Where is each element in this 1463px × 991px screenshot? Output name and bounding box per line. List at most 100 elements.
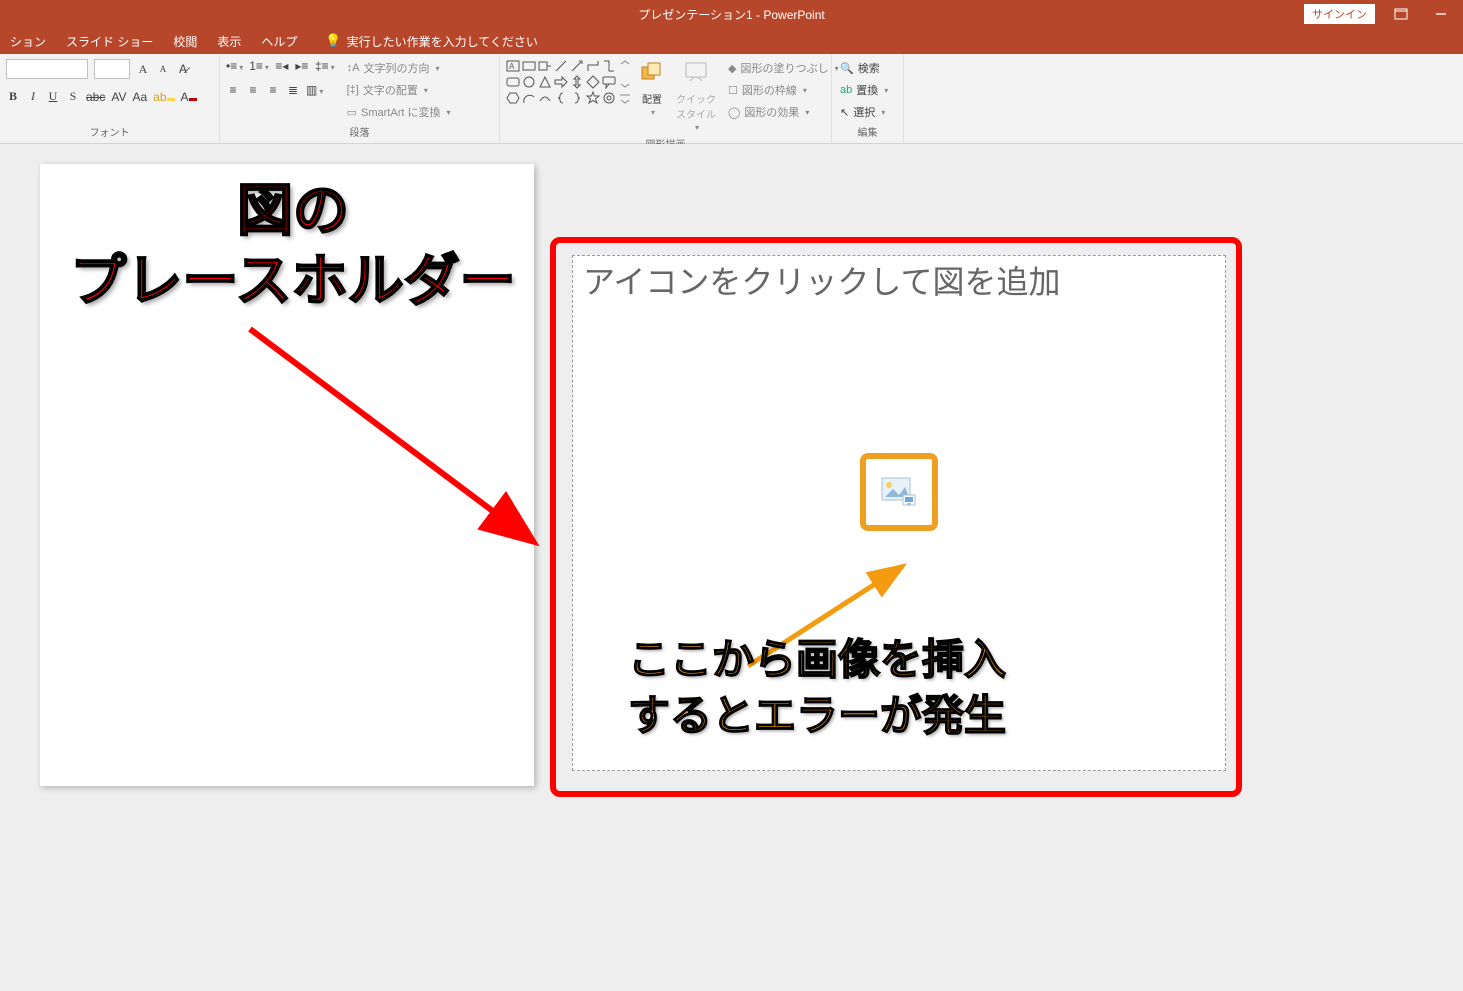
shape-arrow-r-icon[interactable] <box>554 75 568 89</box>
signin-button[interactable]: サインイン <box>1304 4 1375 24</box>
shrink-font-icon[interactable]: A <box>156 64 170 74</box>
shape-star-icon[interactable] <box>586 91 600 105</box>
replace-icon: ab <box>840 84 852 96</box>
shape-elbow2-icon[interactable] <box>602 59 616 73</box>
title-bar: プレゼンテーション1 - PowerPoint サインイン <box>0 0 1463 28</box>
tell-me-search[interactable]: 💡 実行したい作業を入力してください <box>315 28 547 54</box>
tab-slideshow[interactable]: スライド ショー <box>56 28 163 54</box>
select-button[interactable]: ↖選択▾ <box>838 103 890 121</box>
smartart-convert-button[interactable]: ▭SmartArt に変換▾ <box>345 103 453 121</box>
shape-curve-icon[interactable] <box>538 91 552 105</box>
shape-arrow-ud-icon[interactable] <box>570 75 584 89</box>
shape-effects-icon: ◯ <box>728 106 740 119</box>
find-icon: 🔍 <box>840 62 854 75</box>
quick-styles-icon <box>684 61 708 89</box>
char-spacing-button[interactable]: AV <box>111 90 126 104</box>
text-direction-button[interactable]: ↕A文字列の方向▾ <box>345 59 453 77</box>
shape-line-icon[interactable] <box>554 59 568 73</box>
shape-diamond-icon[interactable] <box>586 75 600 89</box>
paragraph-group-label: 段落 <box>226 122 493 141</box>
text-align-icon: [‡] <box>347 84 359 96</box>
arrange-button[interactable]: 配置▾ <box>636 59 668 119</box>
grow-font-icon[interactable]: A <box>136 62 150 77</box>
window-controls: サインイン <box>1304 4 1455 24</box>
shape-arc-icon[interactable] <box>522 91 536 105</box>
columns-button[interactable]: ▥▾ <box>306 83 323 97</box>
tab-view[interactable]: 表示 <box>207 28 251 54</box>
ribbon-display-icon[interactable] <box>1387 8 1415 20</box>
change-case-button[interactable]: Aa <box>132 90 147 104</box>
shape-lbrace-icon[interactable] <box>554 91 568 105</box>
slide-canvas-area[interactable]: 図の プレースホルダー アイコンをクリックして図を追加 <box>0 144 1463 991</box>
shape-roundrect-icon[interactable] <box>506 75 520 89</box>
insert-picture-icon[interactable] <box>881 477 917 507</box>
annotation-red-title: 図の プレースホルダー <box>48 176 538 316</box>
shape-effects-button[interactable]: ◯図形の効果▾ <box>726 103 841 121</box>
line-spacing-button[interactable]: ‡≡▾ <box>315 59 335 73</box>
align-left-button[interactable]: ≡ <box>226 83 240 97</box>
ribbon-group-drawing: A <box>500 54 832 143</box>
window-title: プレゼンテーション1 - PowerPoint <box>638 6 824 23</box>
shape-rbrace-icon[interactable] <box>570 91 584 105</box>
shape-outline-icon: ☐ <box>728 84 738 97</box>
shadow-button[interactable]: S <box>66 89 80 104</box>
smartart-icon: ▭ <box>347 106 357 119</box>
bullets-button[interactable]: •≡▾ <box>226 59 243 73</box>
font-family-combo[interactable] <box>6 59 88 79</box>
shape-donut-icon[interactable] <box>602 91 616 105</box>
shape-flow-icon[interactable] <box>538 59 552 73</box>
tell-me-label: 実行したい作業を入力してください <box>347 33 538 50</box>
shape-more1-icon[interactable] <box>618 59 632 73</box>
shape-textbox-icon[interactable]: A <box>506 59 520 73</box>
shape-arrowline-icon[interactable] <box>570 59 584 73</box>
tab-partial[interactable]: ション <box>0 28 56 54</box>
align-center-button[interactable]: ≡ <box>246 83 260 97</box>
ribbon-group-font: A A A̷ B I U S abc AV Aa ab A フォント <box>0 54 220 143</box>
find-button[interactable]: 🔍検索 <box>838 59 890 77</box>
numbering-button[interactable]: 1≡▾ <box>249 59 269 73</box>
annotation-red-arrow <box>240 319 560 559</box>
clear-format-icon[interactable]: A̷ <box>176 62 190 76</box>
bold-button[interactable]: B <box>6 89 20 104</box>
align-right-button[interactable]: ≡ <box>266 83 280 97</box>
shapes-gallery[interactable]: A <box>506 59 632 105</box>
picture-placeholder[interactable]: アイコンをクリックして図を追加 ここから画像を挿入 するとエラーが発生 <box>572 255 1226 771</box>
align-justify-button[interactable]: ≣ <box>286 83 300 97</box>
arrange-icon <box>640 61 664 89</box>
strike-button[interactable]: abc <box>86 90 105 104</box>
minimize-icon[interactable] <box>1427 8 1455 20</box>
annotation-orange-text: ここから画像を挿入 するとエラーが発生 <box>628 632 1006 745</box>
ribbon: A A A̷ B I U S abc AV Aa ab A フォント <box>0 54 1463 144</box>
font-size-combo[interactable] <box>94 59 130 79</box>
tab-review[interactable]: 校閲 <box>163 28 207 54</box>
shape-outline-button[interactable]: ☐図形の枠線▾ <box>726 81 841 99</box>
editing-group-label: 編集 <box>838 122 897 141</box>
replace-button[interactable]: ab置換▾ <box>838 81 890 99</box>
shape-fill-button[interactable]: ◆図形の塗りつぶし▾ <box>726 59 841 77</box>
font-color-button[interactable]: A <box>181 90 197 104</box>
indent-increase-button[interactable]: ▸≡ <box>295 59 309 73</box>
shape-more3-icon[interactable] <box>618 91 632 105</box>
lightbulb-icon: 💡 <box>325 33 341 49</box>
italic-button[interactable]: I <box>26 89 40 104</box>
highlight-button[interactable]: ab <box>153 90 174 104</box>
tab-help[interactable]: ヘルプ <box>251 28 307 54</box>
select-icon: ↖ <box>840 106 849 119</box>
placeholder-prompt: アイコンをクリックして図を追加 <box>573 256 1225 310</box>
indent-decrease-button[interactable]: ≡◂ <box>275 59 289 73</box>
shape-more2-icon[interactable] <box>618 75 632 89</box>
quick-styles-button[interactable]: クイック スタイル▾ <box>672 59 720 134</box>
ribbon-group-editing: 🔍検索 ab置換▾ ↖選択▾ 編集 <box>832 54 904 143</box>
shape-hex-icon[interactable] <box>506 91 520 105</box>
shape-circle-icon[interactable] <box>522 75 536 89</box>
underline-button[interactable]: U <box>46 89 60 104</box>
shape-rect-icon[interactable] <box>522 59 536 73</box>
annotation-orange-box <box>860 453 938 531</box>
shape-triangle-icon[interactable] <box>538 75 552 89</box>
shape-callout-icon[interactable] <box>602 75 616 89</box>
ribbon-tabs: ション スライド ショー 校閲 表示 ヘルプ 💡 実行したい作業を入力してくださ… <box>0 28 1463 54</box>
font-group-label: フォント <box>6 122 213 141</box>
annotation-red-box: アイコンをクリックして図を追加 ここから画像を挿入 するとエラーが発生 <box>550 237 1242 797</box>
text-align-vert-button[interactable]: [‡]文字の配置▾ <box>345 81 453 99</box>
shape-elbow-icon[interactable] <box>586 59 600 73</box>
